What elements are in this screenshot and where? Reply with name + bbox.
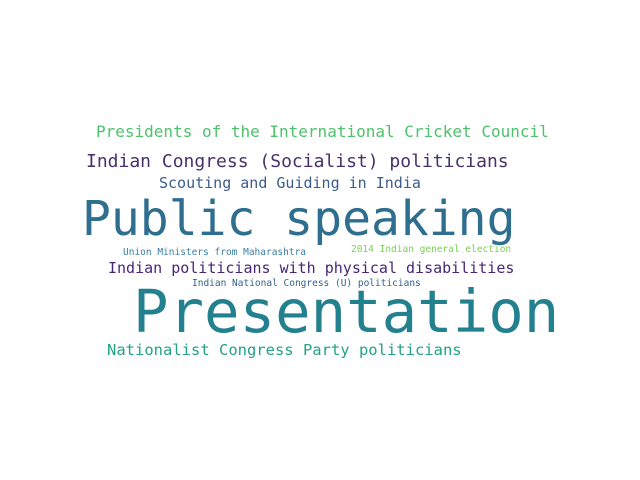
word-union-ministers: Union Ministers from Maharashtra: [123, 247, 307, 258]
word-congress-socialist: Indian Congress (Socialist) politicians: [86, 151, 509, 172]
word-presentation: Presentation: [133, 277, 560, 346]
word-politicians-disabilities: Indian politicians with physical disabil…: [108, 259, 515, 277]
word-2014-election: 2014 Indian general election: [351, 244, 512, 255]
word-cloud: Presidents of the International Cricket …: [0, 0, 640, 480]
word-ncp-politicians: Nationalist Congress Party politicians: [107, 341, 462, 359]
word-presidents-icc: Presidents of the International Cricket …: [96, 122, 549, 141]
word-scouting-guiding: Scouting and Guiding in India: [159, 174, 421, 192]
word-public-speaking: Public speaking: [82, 191, 516, 247]
